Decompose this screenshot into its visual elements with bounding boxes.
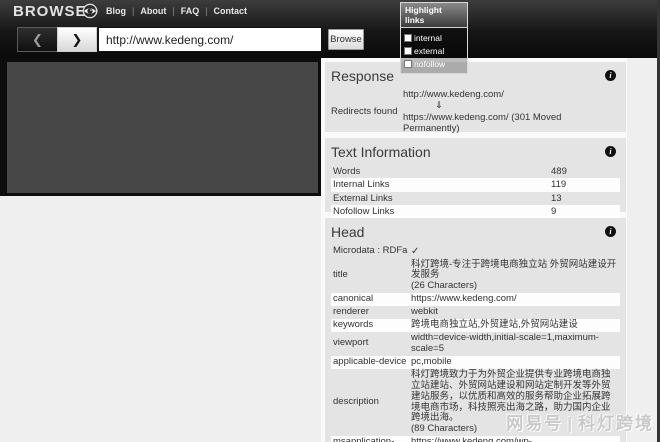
- character-count: (26 Characters): [411, 280, 477, 291]
- row-label: applicable-device: [333, 357, 411, 368]
- watermark-brand: 科灯跨境: [578, 414, 654, 433]
- info-icon[interactable]: i: [605, 226, 616, 237]
- table-row: Microdata : RDFa ✓: [331, 245, 620, 259]
- row-label: keywords: [333, 320, 411, 331]
- nav-faq[interactable]: FAQ: [181, 6, 200, 16]
- head-title: Head: [331, 224, 620, 240]
- title-text: 科灯跨境-专注于跨境电商独立站 外贸网站建设开发服务: [411, 259, 616, 281]
- results-panel: Response i Redirects found http://www.ke…: [321, 58, 627, 442]
- nav-blog[interactable]: Blog: [106, 6, 126, 16]
- row-label: Internal Links: [333, 179, 551, 190]
- checkbox-icon[interactable]: [404, 47, 412, 55]
- checkmark-icon: ✓: [411, 246, 618, 258]
- browser-toolbar: ❮ ❯ Browse: [0, 22, 660, 58]
- row-value: 科灯跨境-专注于跨境电商独立站 外贸网站建设开发服务 (26 Character…: [411, 260, 618, 293]
- row-label: msapplication-tileimage: [333, 437, 411, 442]
- forward-button[interactable]: ❯: [57, 27, 97, 52]
- character-count: (89 Characters): [411, 423, 477, 434]
- highlight-links-options: internal external nofollow: [401, 28, 467, 73]
- table-row: title 科灯跨境-专注于跨境电商独立站 外贸网站建设开发服务 (26 Cha…: [331, 259, 620, 294]
- redirects-label: Redirects found: [331, 89, 403, 135]
- redirect-chain: http://www.kedeng.com/ ⇓ https://www.ked…: [403, 89, 620, 135]
- table-row: keywords 跨境电商独立站,外贸建站,外贸网站建设: [331, 319, 620, 332]
- row-value: 119: [551, 179, 566, 190]
- row-value: 13: [551, 193, 562, 204]
- back-arrow-icon: ❮: [32, 32, 43, 48]
- redirects-row: Redirects found http://www.kedeng.com/ ⇓…: [331, 89, 620, 135]
- info-icon[interactable]: i: [605, 70, 616, 81]
- page-preview-backdrop: [0, 58, 322, 196]
- row-value: 跨境电商独立站,外贸建站,外贸网站建设: [411, 320, 618, 331]
- row-label: External Links: [333, 193, 551, 204]
- redirect-from-url: http://www.kedeng.com/: [403, 89, 620, 100]
- browse-button[interactable]: Browse: [328, 29, 364, 50]
- table-row: Nofollow Links 9: [331, 205, 620, 218]
- row-value: https://www.kedeng.com/wp-content/upload…: [411, 437, 618, 442]
- row-label: Words: [333, 166, 551, 177]
- watermark: 网易号|科灯跨境: [506, 409, 654, 434]
- checkbox-label: external: [414, 46, 444, 56]
- watermark-netease: 网易号: [506, 414, 563, 433]
- response-section: Response i Redirects found http://www.ke…: [325, 62, 626, 132]
- table-row: msapplication-tileimage https://www.kede…: [331, 436, 620, 442]
- browseo-app: BROWSEO Blog | About | FAQ | Contact ❮: [0, 0, 660, 442]
- checkbox-internal[interactable]: internal: [404, 33, 464, 43]
- nav-about[interactable]: About: [140, 6, 166, 16]
- table-row: viewport width=device-width,initial-scal…: [331, 332, 620, 356]
- url-input[interactable]: [98, 27, 322, 52]
- checkbox-nofollow[interactable]: nofollow: [404, 59, 464, 69]
- text-information-section: Text Information i Words 489 Internal Li…: [325, 138, 626, 212]
- row-value: webkit: [411, 307, 618, 318]
- rendered-page-preview: [7, 62, 318, 193]
- table-row: applicable-device pc,mobile: [331, 356, 620, 369]
- nav-separator: |: [205, 6, 207, 16]
- table-row: Words 489: [331, 165, 620, 178]
- checkbox-label: nofollow: [414, 59, 445, 69]
- row-value: pc,mobile: [411, 357, 618, 368]
- highlight-links-title: Highlight links: [401, 3, 467, 28]
- text-information-title: Text Information: [331, 144, 620, 160]
- table-row: External Links 13: [331, 192, 620, 205]
- row-label: title: [333, 270, 411, 281]
- highlight-links-panel: Highlight links internal external nofoll…: [400, 2, 468, 74]
- row-label: Microdata : RDFa: [333, 246, 411, 257]
- checkbox-label: internal: [414, 33, 442, 43]
- nav-separator: |: [172, 6, 174, 16]
- checkbox-external[interactable]: external: [404, 46, 464, 56]
- top-nav: Blog | About | FAQ | Contact: [106, 6, 247, 16]
- top-header: BROWSEO Blog | About | FAQ | Contact ❮: [0, 0, 660, 58]
- row-label: canonical: [333, 294, 411, 305]
- back-button[interactable]: ❮: [17, 27, 57, 52]
- row-value: https://www.kedeng.com/: [411, 294, 618, 305]
- checkbox-icon[interactable]: [404, 60, 412, 68]
- response-title: Response: [331, 68, 620, 84]
- table-row: renderer webkit: [331, 306, 620, 319]
- redirect-arrow-icon: ⇓: [403, 100, 620, 111]
- eye-icon: [82, 3, 98, 19]
- row-value: 489: [551, 166, 567, 177]
- nav-separator: |: [132, 6, 134, 16]
- nav-contact[interactable]: Contact: [214, 6, 248, 16]
- row-label: Nofollow Links: [333, 206, 551, 217]
- row-value: 9: [551, 206, 556, 217]
- row-value: width=device-width,initial-scale=1,maxim…: [411, 333, 618, 355]
- logo-row: BROWSEO Blog | About | FAQ | Contact: [0, 0, 660, 22]
- table-row: Internal Links 119: [331, 178, 620, 191]
- info-icon[interactable]: i: [605, 146, 616, 157]
- redirect-to-url: https://www.kedeng.com/ (301 Moved Perma…: [403, 112, 620, 135]
- row-label: description: [333, 397, 411, 408]
- forward-arrow-icon: ❯: [72, 32, 83, 48]
- watermark-divider: |: [567, 414, 574, 433]
- table-row: canonical https://www.kedeng.com/: [331, 293, 620, 306]
- checkbox-icon[interactable]: [404, 34, 412, 42]
- row-label: viewport: [333, 338, 411, 349]
- row-label: renderer: [333, 307, 411, 318]
